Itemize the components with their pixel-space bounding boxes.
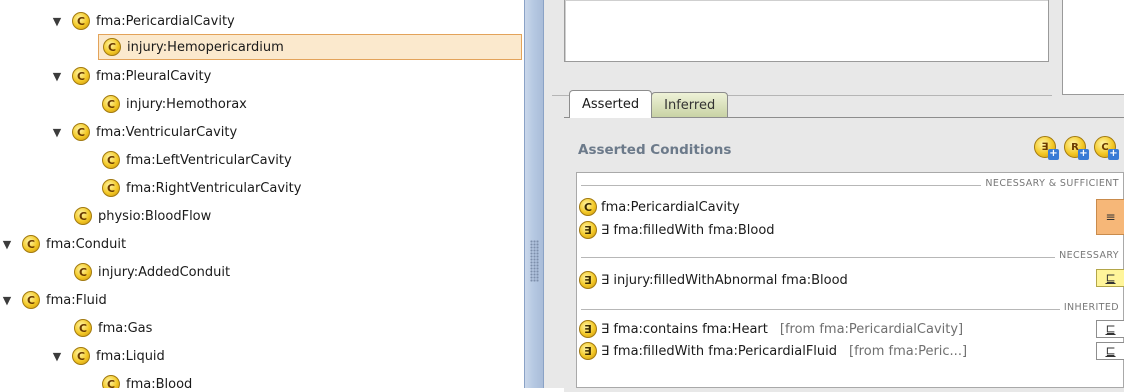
condition-text: ∃ fma:filledWith fma:PericardialFluid xyxy=(601,343,838,359)
tree-node-label: fma:VentricularCavity xyxy=(96,124,238,140)
restriction-icon: ∃ xyxy=(579,342,597,360)
condition-text: ∃ injury:filledWithAbnormal fma:Blood xyxy=(601,272,848,288)
restriction-icon: ∃ xyxy=(579,221,597,239)
class-icon: C xyxy=(103,38,121,56)
tree-node-selected[interactable]: C injury:Hemopericardium xyxy=(98,34,522,60)
section-label-necessary-sufficient: NECESSARY & SUFFICIENT xyxy=(981,178,1119,189)
inherited-from-text: [from fma:PericardialCavity] xyxy=(779,321,964,337)
class-icon: C xyxy=(72,123,90,141)
section-label-necessary: NECESSARY xyxy=(1055,250,1119,261)
class-description-panel: Asserted Inferred Asserted Conditions ∃ +… xyxy=(544,0,1124,392)
class-hierarchy-tree: ▼ C fma:PericardialCavity C injury:Hemop… xyxy=(0,0,524,388)
restriction-icon: ∃ xyxy=(579,271,597,289)
class-icon: C xyxy=(74,319,92,337)
section-divider xyxy=(581,257,1119,258)
class-icon: C xyxy=(72,67,90,85)
inherited-subclass-badge[interactable]: ⊑ xyxy=(1096,342,1124,360)
class-icon: C xyxy=(102,151,120,169)
subclass-badge[interactable]: ⊑ xyxy=(1096,269,1124,287)
tree-node-label: injury:Hemothorax xyxy=(126,96,247,112)
condition-text: fma:PericardialCavity xyxy=(601,199,740,215)
tab-inferred[interactable]: Inferred xyxy=(651,92,729,118)
tree-node[interactable]: C injury:Hemothorax xyxy=(102,91,247,117)
tree-node-label: fma:Blood xyxy=(126,376,193,389)
tree-node-label: fma:RightVentricularCavity xyxy=(126,180,302,196)
tree-node-label: fma:PericardialCavity xyxy=(96,13,235,29)
condition-row[interactable]: ∃ ∃ fma:filledWith fma:PericardialFluid … xyxy=(579,341,967,361)
tree-node[interactable]: ▼ C fma:PleuralCavity xyxy=(50,63,211,89)
section-label-inherited: INHERITED xyxy=(1059,302,1119,313)
class-icon: C xyxy=(102,375,120,388)
tree-node[interactable]: ▼ C fma:Liquid xyxy=(50,343,165,369)
tree-node[interactable]: C fma:RightVentricularCavity xyxy=(102,175,301,201)
tree-node-label: fma:Fluid xyxy=(46,292,107,308)
side-text-area[interactable] xyxy=(1062,0,1124,95)
tree-node-label: physio:BloodFlow xyxy=(98,208,212,224)
split-pane-divider[interactable] xyxy=(524,0,544,388)
class-icon: C xyxy=(579,198,597,216)
tree-node[interactable]: ▼ C fma:Fluid xyxy=(0,287,107,313)
expand-toggle-icon[interactable]: ▼ xyxy=(50,126,64,139)
equivalent-badge[interactable]: ≡ xyxy=(1096,199,1124,235)
tree-node-label: fma:Liquid xyxy=(96,348,165,364)
expand-toggle-icon[interactable]: ▼ xyxy=(0,238,14,251)
tree-node[interactable]: ▼ C fma:VentricularCavity xyxy=(50,119,237,145)
tree-node[interactable]: ▼ C fma:PericardialCavity xyxy=(50,8,235,34)
tree-node[interactable]: ▼ C fma:Conduit xyxy=(0,231,126,257)
tree-node-label: fma:LeftVentricularCavity xyxy=(126,152,292,168)
expand-toggle-icon[interactable]: ▼ xyxy=(50,70,64,83)
tree-node-label: fma:PleuralCavity xyxy=(96,68,212,84)
class-icon: C xyxy=(102,95,120,113)
conditions-toolbar: ∃+ R+ C+ ✖ xyxy=(1034,136,1124,160)
conditions-header: Asserted Conditions xyxy=(578,142,732,158)
class-icon: C xyxy=(74,207,92,225)
class-icon: C xyxy=(22,291,40,309)
class-icon: C xyxy=(72,12,90,30)
tree-node-label: fma:Conduit xyxy=(46,236,127,252)
class-icon: C xyxy=(102,179,120,197)
annotations-text-area[interactable] xyxy=(564,0,1049,62)
expand-toggle-icon[interactable]: ▼ xyxy=(50,15,64,28)
condition-text: ∃ fma:contains fma:Heart xyxy=(601,321,768,337)
add-restriction-icon[interactable]: ∃ + xyxy=(1034,136,1059,160)
condition-text: ∃ fma:filledWith fma:Blood xyxy=(601,222,775,238)
add-r-icon[interactable]: R + xyxy=(1064,136,1089,160)
tree-node-label: injury:Hemopericardium xyxy=(127,39,284,55)
conditions-tabs: Asserted Inferred xyxy=(569,90,729,118)
inherited-from-text: [from fma:Peric...] xyxy=(849,343,968,359)
tree-node[interactable]: C fma:Gas xyxy=(74,315,152,341)
tree-node-label: fma:Gas xyxy=(98,320,153,336)
tree-node-label: injury:AddedConduit xyxy=(98,264,231,280)
section-divider xyxy=(581,309,1119,310)
tree-node[interactable]: C fma:Blood xyxy=(102,371,192,388)
conditions-list: NECESSARY & SUFFICIENT C fma:Pericardial… xyxy=(576,172,1124,388)
tree-node[interactable]: C fma:LeftVentricularCavity xyxy=(102,147,292,173)
tab-asserted[interactable]: Asserted xyxy=(569,90,653,118)
restriction-icon: ∃ xyxy=(579,320,597,338)
drag-handle-icon[interactable] xyxy=(530,240,539,282)
tree-node[interactable]: C injury:AddedConduit xyxy=(74,259,230,285)
condition-row[interactable]: ∃ ∃ fma:contains fma:Heart [from fma:Per… xyxy=(579,319,963,339)
tree-node[interactable]: C physio:BloodFlow xyxy=(74,203,211,229)
add-class-icon[interactable]: C + xyxy=(1094,136,1119,160)
class-icon: C xyxy=(22,235,40,253)
condition-row[interactable]: ∃ ∃ injury:filledWithAbnormal fma:Blood xyxy=(579,270,848,290)
condition-row[interactable]: ∃ ∃ fma:filledWith fma:Blood xyxy=(579,220,775,240)
class-icon: C xyxy=(74,263,92,281)
expand-toggle-icon[interactable]: ▼ xyxy=(50,350,64,363)
inherited-subclass-badge[interactable]: ⊑ xyxy=(1096,320,1124,338)
condition-row[interactable]: C fma:PericardialCavity xyxy=(579,197,740,217)
expand-toggle-icon[interactable]: ▼ xyxy=(0,294,14,307)
class-icon: C xyxy=(72,347,90,365)
